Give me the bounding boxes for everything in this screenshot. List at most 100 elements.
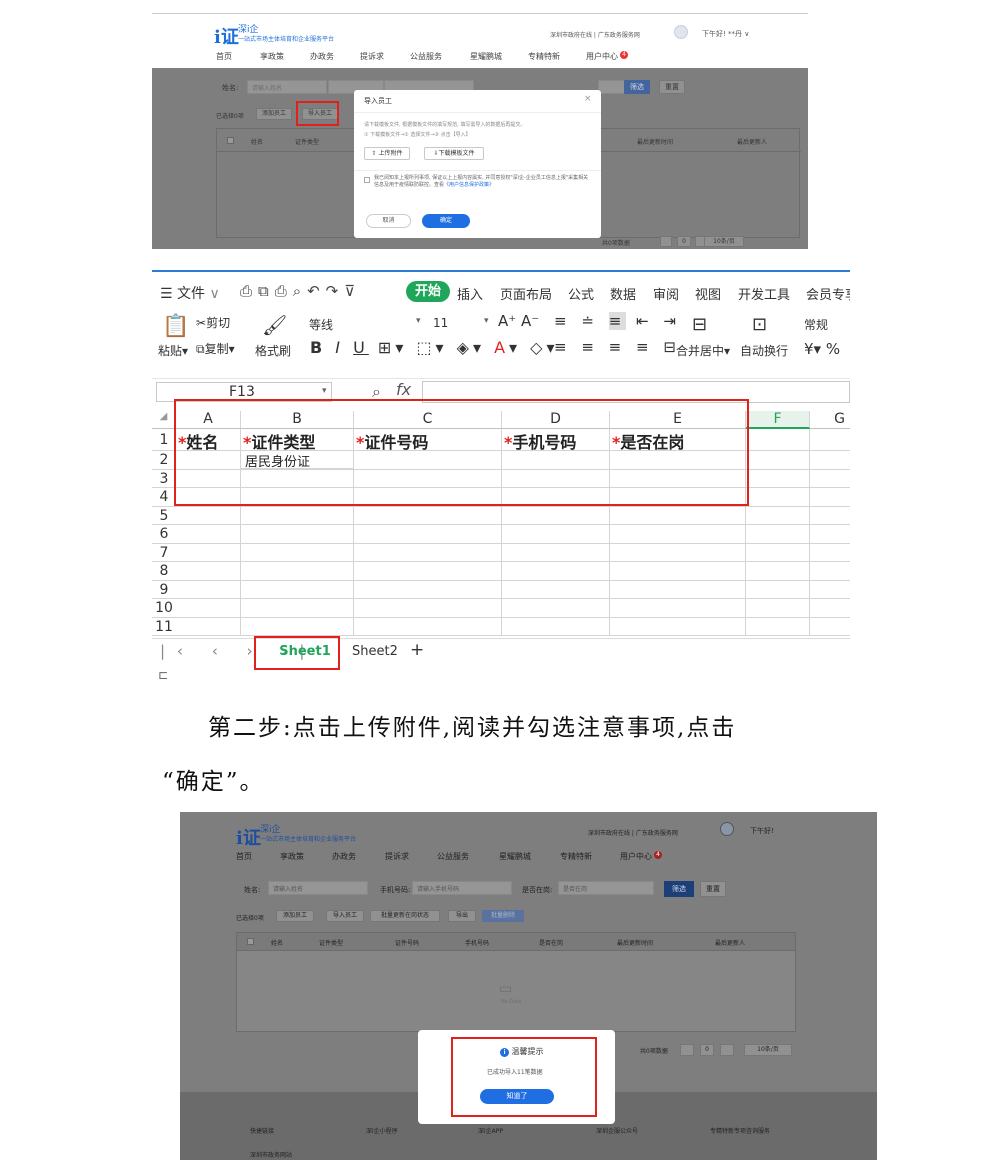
- number-format-select[interactable]: 常规: [804, 316, 828, 333]
- font-size-select[interactable]: 11: [428, 314, 490, 332]
- grid-cell[interactable]: [810, 470, 850, 488]
- grid-cell[interactable]: [241, 506, 354, 525]
- nav-item[interactable]: 首页: [236, 851, 280, 862]
- grid-cell[interactable]: [502, 617, 610, 636]
- batch-update-button[interactable]: 批量更新在岗状态: [370, 910, 440, 922]
- cut-button[interactable]: ✂剪切: [196, 314, 230, 331]
- grid-cell[interactable]: [502, 562, 610, 581]
- grid-cell[interactable]: [746, 451, 810, 470]
- grid-cell[interactable]: [746, 543, 810, 562]
- wrap-icon[interactable]: ⊡: [752, 314, 767, 335]
- footer-link[interactable]: 专精特新专项咨询服务: [710, 1126, 770, 1135]
- agree-checkbox[interactable]: [364, 177, 370, 183]
- nav-item-user-center[interactable]: 用户中心 4: [620, 851, 662, 862]
- grid-cell[interactable]: [610, 580, 746, 599]
- search-button[interactable]: 筛选: [624, 80, 650, 94]
- pager-prev[interactable]: [660, 236, 672, 247]
- grid-cell[interactable]: [810, 525, 850, 544]
- grid-cell[interactable]: [810, 562, 850, 581]
- tab-home[interactable]: 开始: [406, 281, 450, 302]
- align-toolbar-bottom[interactable]: ≡ ≡ ≡ ≡ ⊟: [554, 338, 681, 356]
- sheet-tab-sheet2[interactable]: Sheet2: [352, 644, 398, 659]
- grid-cell[interactable]: [176, 617, 241, 636]
- row-header[interactable]: 6: [152, 525, 176, 544]
- column-header-selected[interactable]: F: [746, 411, 810, 429]
- grid-cell[interactable]: [746, 469, 810, 488]
- grid-cell[interactable]: [610, 506, 746, 525]
- nav-item[interactable]: 星耀鹏城: [499, 851, 560, 862]
- footer-link[interactable]: 快捷链接: [250, 1126, 274, 1135]
- wrap-text-button[interactable]: 自动换行: [740, 342, 788, 359]
- clipboard-icon[interactable]: 📋: [162, 314, 189, 339]
- grid-cell[interactable]: [176, 506, 241, 525]
- row-header[interactable]: 8: [152, 562, 176, 581]
- font-name-select[interactable]: 等线: [304, 314, 424, 332]
- nav-item[interactable]: 公益服务: [410, 51, 470, 62]
- grid-cell[interactable]: [241, 599, 354, 618]
- privacy-policy-link[interactable]: 《用户信息保护政策》: [444, 182, 494, 188]
- merge-icon[interactable]: ⊟: [692, 314, 707, 335]
- nav-item-user-center[interactable]: 用户中心 4: [586, 51, 628, 62]
- grid-cell[interactable]: [502, 543, 610, 562]
- grid-cell[interactable]: [176, 543, 241, 562]
- grid-cell[interactable]: [810, 429, 850, 451]
- grid-cell[interactable]: [746, 580, 810, 599]
- row-header[interactable]: 9: [152, 580, 176, 599]
- function-button[interactable]: fx: [396, 380, 411, 399]
- grid-cell[interactable]: [176, 525, 241, 544]
- footer-link[interactable]: 深i企APP: [478, 1126, 503, 1135]
- chevron-down-icon[interactable]: ▾: [484, 316, 489, 326]
- grid-cell[interactable]: [241, 617, 354, 636]
- reset-button[interactable]: 重置: [659, 80, 685, 94]
- filter-onjob-select[interactable]: 是否在岗: [558, 881, 654, 895]
- nav-item[interactable]: 享政策: [280, 851, 332, 862]
- grid-cell[interactable]: [746, 562, 810, 581]
- nav-item[interactable]: 专精特新: [528, 51, 586, 62]
- pager-prev[interactable]: [680, 1044, 694, 1056]
- filter-name-input[interactable]: 请输入姓名: [247, 80, 327, 94]
- pager-page[interactable]: 0: [677, 236, 691, 247]
- row-header[interactable]: 10: [152, 599, 176, 618]
- grid-cell[interactable]: [176, 599, 241, 618]
- batch-delete-button[interactable]: 批量删除: [482, 910, 524, 922]
- grid-cell[interactable]: [810, 618, 850, 636]
- grid-cell[interactable]: [354, 525, 502, 544]
- avatar[interactable]: [720, 822, 734, 836]
- tab-insert[interactable]: 插入: [457, 284, 483, 303]
- tab-data[interactable]: 数据: [610, 284, 636, 303]
- grid-cell[interactable]: [610, 562, 746, 581]
- nav-item[interactable]: 办政务: [310, 51, 360, 62]
- top-links[interactable]: 深圳市政府在线 | 广东政务服务网: [550, 30, 640, 39]
- export-button[interactable]: 导出: [448, 910, 476, 922]
- grid-cell[interactable]: [502, 599, 610, 618]
- grid-cell[interactable]: [502, 525, 610, 544]
- cancel-button[interactable]: 取消: [366, 214, 411, 228]
- grid-cell[interactable]: [746, 599, 810, 618]
- footer-sub-link[interactable]: 深圳市政务网站: [250, 1150, 292, 1159]
- nav-item[interactable]: 提诉求: [360, 51, 410, 62]
- select-all-checkbox[interactable]: [227, 137, 234, 144]
- paintbrush-icon[interactable]: 🖌: [262, 313, 287, 337]
- quick-access-toolbar[interactable]: ⎙⧉⎙⌕↶↷⊽: [240, 282, 361, 300]
- tab-review[interactable]: 审阅: [653, 284, 679, 303]
- grid-cell[interactable]: [354, 617, 502, 636]
- copy-button[interactable]: ⧉复制▾: [196, 340, 235, 357]
- greeting[interactable]: 下午好!: [750, 826, 774, 836]
- grid-cell[interactable]: [354, 580, 502, 599]
- nav-item[interactable]: 公益服务: [437, 851, 499, 862]
- grid-cell[interactable]: [746, 488, 810, 507]
- row-header[interactable]: 2: [152, 451, 176, 470]
- grid-cell[interactable]: [176, 562, 241, 581]
- chevron-down-icon[interactable]: ▾: [416, 316, 421, 326]
- grid-cell[interactable]: [746, 617, 810, 636]
- greeting[interactable]: 下午好! **丹 ∨: [702, 29, 749, 39]
- grid-cell[interactable]: [241, 543, 354, 562]
- page-size-select[interactable]: 10条/页: [704, 236, 744, 247]
- upload-attachment-button[interactable]: ⇧ 上传附件: [364, 147, 410, 160]
- row-header[interactable]: 4: [152, 488, 176, 507]
- grid-cell[interactable]: [502, 580, 610, 599]
- grid-cell[interactable]: [746, 525, 810, 544]
- row-header[interactable]: 1: [152, 429, 176, 451]
- grid-cell[interactable]: [746, 506, 810, 525]
- page-size-select[interactable]: 10条/页: [744, 1044, 792, 1056]
